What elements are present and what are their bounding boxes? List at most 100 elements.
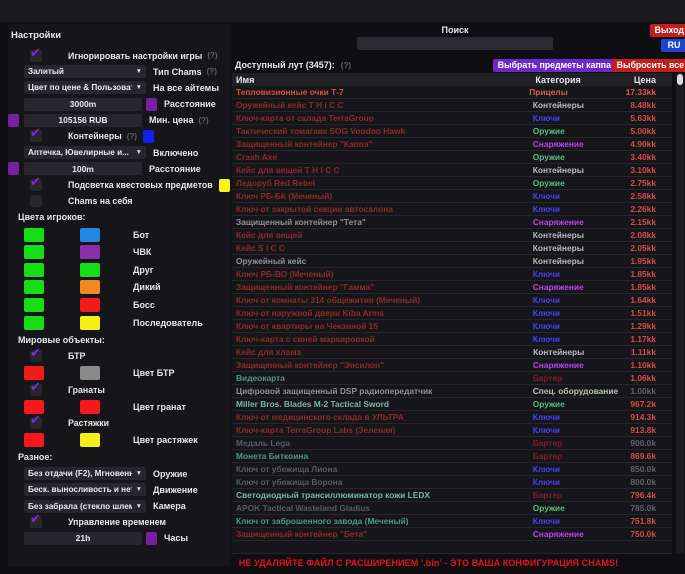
table-row[interactable]: Ледоруб Red RebelОружие2.75kk xyxy=(232,177,672,190)
color-swatch[interactable] xyxy=(80,263,100,277)
color-swatch[interactable] xyxy=(24,366,44,380)
checkbox[interactable] xyxy=(30,195,42,207)
exit-button[interactable]: Выход xyxy=(650,24,685,37)
checkbox[interactable]: ✔ xyxy=(30,350,42,362)
loot-item-price: 5.00kk xyxy=(630,126,672,136)
table-row[interactable]: Тепловизионные очки Т-7Прицелы17.33kk xyxy=(232,86,672,99)
table-row[interactable]: Кейс для хламаКонтейнеры1.11kk xyxy=(232,346,672,359)
table-row[interactable]: Miller Bros. Blades M-2 Tactical SwordОр… xyxy=(232,398,672,411)
color-swatch[interactable] xyxy=(219,179,230,192)
color-swatch[interactable] xyxy=(24,263,44,277)
color-swatch[interactable] xyxy=(80,245,100,259)
color-swatch[interactable] xyxy=(80,366,100,380)
checkbox[interactable]: ✔ xyxy=(30,50,42,62)
checkbox[interactable]: ✔ xyxy=(30,130,42,142)
color-swatch[interactable] xyxy=(8,114,19,127)
hint-icon[interactable]: (?) xyxy=(198,116,208,125)
section-header: Мировые объекты: xyxy=(18,335,105,345)
color-swatch[interactable] xyxy=(80,433,100,447)
table-row[interactable]: Медаль LegaБартер900.0k xyxy=(232,437,672,450)
dropdown[interactable]: Без забрала (стекло шлема)▼ xyxy=(24,500,146,513)
color-swatch[interactable] xyxy=(80,280,100,294)
color-swatch[interactable] xyxy=(24,280,44,294)
table-row[interactable]: Кейс для вещейКонтейнеры2.08kk xyxy=(232,229,672,242)
checkbox[interactable]: ✔ xyxy=(30,516,42,528)
search-input[interactable] xyxy=(357,37,553,50)
table-row[interactable]: Ключ от наружной двери Kiba ArmsКлючи1.5… xyxy=(232,307,672,320)
hint-icon[interactable]: (?) xyxy=(207,67,217,76)
table-row[interactable]: Ключ от заброшенного завода (Меченый)Клю… xyxy=(232,515,672,528)
table-row[interactable]: Оружейный кейсКонтейнеры1.95kk xyxy=(232,255,672,268)
color-swatch[interactable] xyxy=(80,298,100,312)
color-swatch[interactable] xyxy=(146,532,157,545)
loot-scrollbar[interactable] xyxy=(676,73,684,554)
color-swatch[interactable] xyxy=(143,130,154,143)
loot-item-name: Кейс для хлама xyxy=(232,347,533,357)
table-row[interactable]: Ключ РБ-ВО (Меченый)Ключи1.85kk xyxy=(232,268,672,281)
table-row[interactable]: Оружейный кейс T H I C CКонтейнеры8.48kk xyxy=(232,99,672,112)
table-row[interactable] xyxy=(232,541,672,554)
table-row[interactable]: ВидеокартаБартер1.06kk xyxy=(232,372,672,385)
table-row[interactable]: Ключ от квартиры на Чеканной 15Ключи1.29… xyxy=(232,320,672,333)
checkbox[interactable]: ✔ xyxy=(30,417,42,429)
column-header-price[interactable]: Цена xyxy=(634,75,672,85)
table-row[interactable]: Ключ от комнаты 314 общежития (Меченый)К… xyxy=(232,294,672,307)
column-header-name[interactable]: Имя xyxy=(232,75,535,85)
table-row[interactable]: Защищенный контейнер "Каппа"Снаряжение4.… xyxy=(232,138,672,151)
table-row[interactable]: Кейс S I C CКонтейнеры2.05kk xyxy=(232,242,672,255)
value-input[interactable] xyxy=(24,114,142,127)
table-row[interactable]: Ключ-карта с синей маркировкойКлючи1.17k… xyxy=(232,333,672,346)
table-row[interactable]: Защищенный контейнер "Эпсилон"Снаряжение… xyxy=(232,359,672,372)
value-input[interactable] xyxy=(24,532,142,545)
table-row[interactable]: Ключ от закрытой секции автосалонаКлючи2… xyxy=(232,203,672,216)
color-swatch[interactable] xyxy=(80,228,100,242)
column-header-category[interactable]: Категория xyxy=(535,75,634,85)
table-row[interactable]: Ключ от убежища ЛионаКлючи850.0k xyxy=(232,463,672,476)
hint-icon[interactable]: (?) xyxy=(127,132,137,141)
table-row[interactable]: Ключ-карта от склада TerraGroupКлючи5.63… xyxy=(232,112,672,125)
table-row[interactable]: Цифровой защищенный DSP радиопередатчикС… xyxy=(232,385,672,398)
table-row[interactable]: Ключ-карта TerraGroup Labs (Зеленая)Ключ… xyxy=(232,424,672,437)
table-row[interactable]: Ключ РБ-БК (Меченый)Ключи2.58kk xyxy=(232,190,672,203)
table-row[interactable]: Монета БиткоинаБартер869.6k xyxy=(232,450,672,463)
color-swatch[interactable] xyxy=(80,316,100,330)
color-swatch[interactable] xyxy=(80,400,100,414)
settings-row: Дикий xyxy=(8,280,230,295)
dropdown[interactable]: Аптечка, Ювелирные и...▼ xyxy=(24,146,146,159)
table-row[interactable]: Защищенный контейнер "Гамма"Снаряжение1.… xyxy=(232,281,672,294)
color-swatch[interactable] xyxy=(24,245,44,259)
dropdown[interactable]: Залитый▼ xyxy=(24,65,146,78)
value-input[interactable] xyxy=(24,98,142,111)
checkbox-label: Гранаты xyxy=(68,385,105,395)
table-row[interactable]: Ключ от убежища ВоронаКлючи800.0k xyxy=(232,476,672,489)
select-kappa-items-button[interactable]: Выбрать предметы каппа xyxy=(493,59,616,72)
dropdown[interactable]: Без отдачи (F2), Мгновенное п▼ xyxy=(24,467,146,480)
table-row[interactable]: Ключ от медицинского склада в УЛЬТРАКлюч… xyxy=(232,411,672,424)
loot-scrollbar-thumb[interactable] xyxy=(677,74,683,85)
color-swatch[interactable] xyxy=(8,162,19,175)
table-row[interactable]: Защищенный контейнер "Бета"Снаряжение750… xyxy=(232,528,672,541)
language-button[interactable]: RU xyxy=(661,39,685,52)
table-row[interactable]: Crash AxeОружие3.40kk xyxy=(232,151,672,164)
table-row[interactable]: Тактический томагавк SOG Voodoo HawkОруж… xyxy=(232,125,672,138)
dropdown[interactable]: Цвет по цене & Пользователь▼ xyxy=(24,81,146,94)
discard-all-button[interactable]: Выбросить все xyxy=(612,59,685,72)
dropdown[interactable]: Беск. выносливость и нет уста:▼ xyxy=(24,483,146,496)
table-row[interactable]: Светодиодный трансиллюминатор кожи LEDXБ… xyxy=(232,489,672,502)
value-input[interactable] xyxy=(24,162,142,175)
color-swatch[interactable] xyxy=(146,98,157,111)
table-row[interactable]: APOK Tactical Wasteland GladiusОружие785… xyxy=(232,502,672,515)
loot-item-category: Ключи xyxy=(533,191,631,201)
color-swatch[interactable] xyxy=(24,316,44,330)
setting-label: Включено xyxy=(153,148,198,158)
checkbox[interactable]: ✔ xyxy=(30,384,42,396)
color-swatch[interactable] xyxy=(24,433,44,447)
color-swatch[interactable] xyxy=(24,228,44,242)
checkbox[interactable]: ✔ xyxy=(30,179,42,191)
loot-item-name: Оружейный кейс T H I C C xyxy=(232,100,533,110)
table-row[interactable]: Кейс для вещей T H I C CКонтейнеры3.10kk xyxy=(232,164,672,177)
color-swatch[interactable] xyxy=(24,298,44,312)
loot-item-name: Ключ-карта с синей маркировкой xyxy=(232,334,533,344)
hint-icon[interactable]: (?) xyxy=(207,51,217,60)
table-row[interactable]: Защищенный контейнер "Тета"Снаряжение2.1… xyxy=(232,216,672,229)
